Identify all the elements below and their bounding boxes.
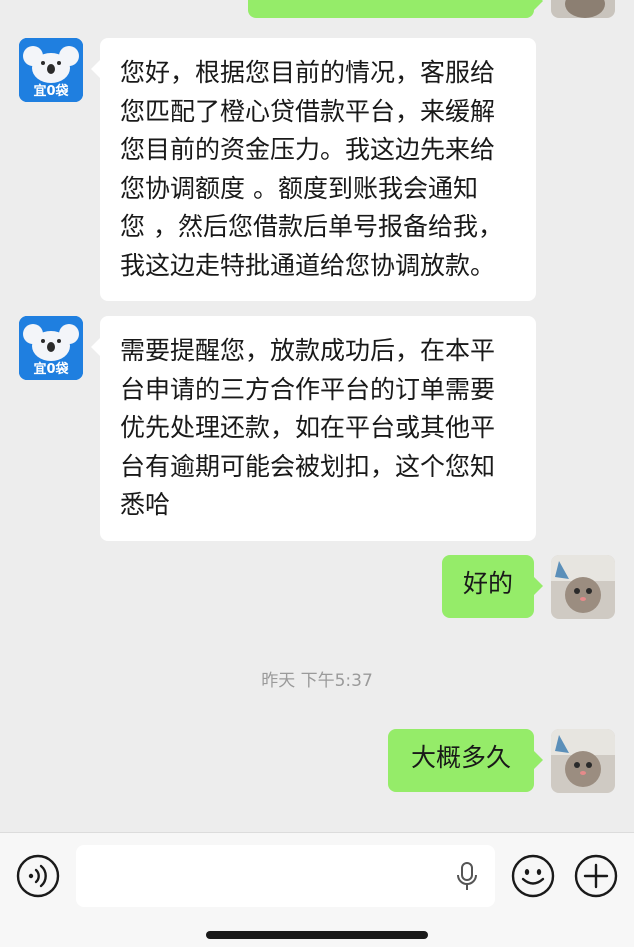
message-line: 需要提醒您，放款成功后，在本平 [120, 336, 496, 365]
message-line: 悉哈 [120, 490, 171, 519]
bot-avatar[interactable]: 宜0袋 [19, 316, 83, 380]
message-line: 您目前的资金压力。我这边先来给 [120, 135, 496, 164]
timestamp: 昨天 下午5:37 [261, 671, 373, 691]
message-bubble-1[interactable]: 您好，根据您目前的情况，客服给 您匹配了橙心贷借款平台，来缓解 您目前的资金压力… [91, 38, 536, 301]
voice-icon[interactable] [15, 853, 61, 899]
bot-avatar[interactable]: 宜0袋 [19, 38, 83, 102]
chat-area[interactable]: 宜0袋 您好，根据您目前的情况，客服给 您匹配了橙心贷借款平台，来缓解 您目前的… [0, 0, 634, 832]
message-line: 台申请的三方合作平台的订单需要 [120, 374, 496, 404]
message-bubble-2[interactable]: 需要提醒您，放款成功后，在本平 台申请的三方合作平台的订单需要 优先处理还款，如… [91, 316, 536, 541]
message-text: 好的 [462, 569, 513, 598]
message-line: 您好，根据您目前的情况，客服给 [120, 58, 496, 87]
message-line: 我这边走特批通道给您协调放款。 [120, 250, 496, 280]
message-bubble-3[interactable]: 好的 [442, 555, 543, 618]
bot-avatar-text: 宜0袋 [33, 84, 69, 99]
home-indicator[interactable] [206, 931, 428, 939]
microphone-icon[interactable] [455, 861, 479, 897]
emoji-icon[interactable] [510, 853, 556, 899]
message-line: 您 ，然后您借款后单号报备给我， [120, 212, 503, 241]
message-line: 您匹配了橙心贷借款平台，来缓解 [120, 96, 496, 126]
user-avatar[interactable] [551, 729, 615, 793]
message-line: 您协调额度 。额度到账我会通知 [120, 173, 478, 203]
message-text: 大概多久 [410, 743, 511, 772]
bot-avatar-text: 宜0袋 [33, 362, 69, 377]
message-line: 台有逾期可能会被划扣，这个您知 [120, 451, 496, 481]
message-bubble-partial[interactable] [248, 0, 543, 18]
user-avatar[interactable] [551, 0, 615, 18]
message-input[interactable] [76, 845, 495, 907]
plus-icon[interactable] [573, 853, 619, 899]
input-bar [0, 832, 634, 947]
message-bubble-4[interactable]: 大概多久 [388, 729, 543, 792]
message-line: 优先处理还款，如在平台或其他平 [120, 413, 496, 442]
user-avatar[interactable] [551, 555, 615, 619]
